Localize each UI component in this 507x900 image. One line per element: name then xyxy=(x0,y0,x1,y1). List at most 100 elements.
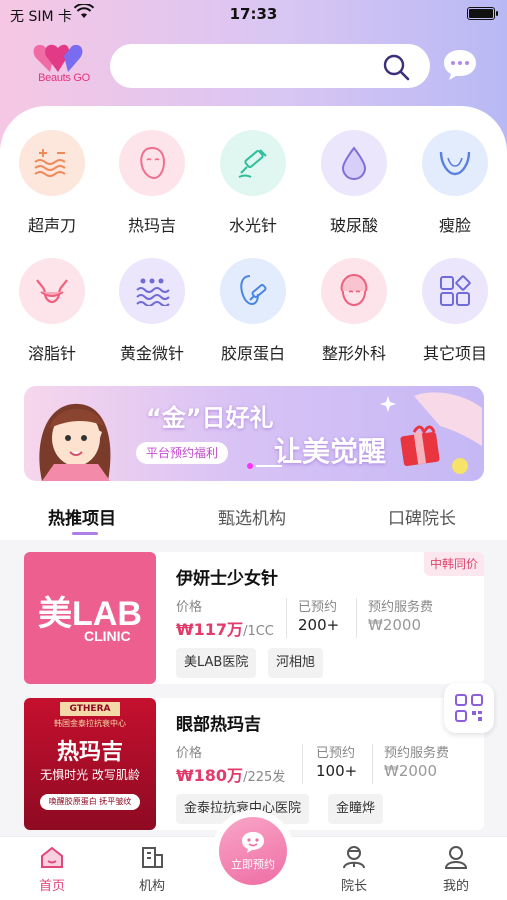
girl-illustration xyxy=(39,403,111,481)
product-thumbnail: GTHERA 韩国金泰拉抗衰中心 热玛吉 无惧时光 改写肌龄 唤醒胶原蛋白 抚平… xyxy=(24,698,156,830)
price-label: 价格 xyxy=(176,600,203,615)
product-title: 伊妍士少女针 xyxy=(176,569,278,589)
divider xyxy=(372,744,373,784)
tab-label: 机构 xyxy=(138,879,165,894)
price-match-badge: 中韩同价 xyxy=(423,552,484,576)
fee-value: ₩2000 xyxy=(368,616,422,634)
fee-label: 预约服务费 xyxy=(368,600,434,615)
gift-hand-illustration xyxy=(380,392,482,474)
tab-profile[interactable]: 我的 xyxy=(426,845,486,894)
fee-label: 预约服务费 xyxy=(384,746,450,761)
thumb-footer: 唤醒胶原蛋白 抚平皱纹 xyxy=(40,794,140,810)
price-value: ₩180万/225发 xyxy=(176,766,286,785)
category-hyaluronic[interactable]: 玻尿酸 xyxy=(304,130,404,236)
active-tab-indicator xyxy=(72,532,98,535)
category-label: 瘦脸 xyxy=(438,216,471,235)
logo-heart-icon xyxy=(33,44,83,72)
category-thermage[interactable]: 热玛吉 xyxy=(102,130,202,236)
banner-subtitle: 让美觉醒 xyxy=(274,435,387,468)
content-tabs: 热推项目 甄选机构 口碑院长 xyxy=(0,496,507,536)
divider xyxy=(302,744,303,784)
user-icon xyxy=(444,846,468,869)
status-bar: 无 SIM 卡 17:33 xyxy=(0,0,507,28)
face-outline-icon xyxy=(119,130,185,196)
divider xyxy=(356,598,357,638)
grid-more-icon xyxy=(422,258,488,324)
microneedle-icon xyxy=(119,258,185,324)
category-collagen[interactable]: 胶原蛋白 xyxy=(203,258,303,364)
syringe-icon xyxy=(220,130,286,196)
tab-label: 首页 xyxy=(38,879,65,894)
product-title: 眼部热玛吉 xyxy=(176,715,261,735)
doctor-tag[interactable]: 金瞳烨 xyxy=(328,794,384,824)
fee-value: ₩2000 xyxy=(384,762,438,780)
category-plastic-surgery[interactable]: 整形外科 xyxy=(304,258,404,364)
droplet-icon xyxy=(321,130,387,196)
search-icon[interactable] xyxy=(382,53,410,85)
category-hydrofacial[interactable]: 水光针 xyxy=(203,130,303,236)
chat-bubble-icon[interactable] xyxy=(442,48,478,86)
category-other[interactable]: 其它项目 xyxy=(405,258,505,364)
category-label: 溶脂针 xyxy=(27,344,76,363)
search-input[interactable] xyxy=(110,44,430,88)
category-fat-dissolving[interactable]: 溶脂针 xyxy=(2,258,102,364)
tab-label: 我的 xyxy=(442,879,469,894)
thumb-brand: GTHERA xyxy=(60,702,120,716)
booked-count: 100+ xyxy=(316,762,358,780)
category-label: 其它项目 xyxy=(422,344,487,363)
tab-hot-projects[interactable]: 热推项目 xyxy=(48,504,116,529)
thumb-title: 热玛吉 xyxy=(56,740,123,765)
battery-icon xyxy=(467,7,498,20)
price-value: ₩117万/1CC xyxy=(176,620,274,639)
book-now-button[interactable]: 立即预约 xyxy=(212,810,294,892)
category-label: 胶原蛋白 xyxy=(220,344,285,363)
tab-institutions[interactable]: 机构 xyxy=(122,845,182,894)
qr-code-button[interactable] xyxy=(444,683,494,733)
banner-tag: 平台预约福利 xyxy=(136,442,229,464)
thumb-brand-sub: 韩国金泰拉抗衰中心 xyxy=(54,719,126,728)
divider xyxy=(286,598,287,638)
booked-label: 已预约 xyxy=(298,600,338,615)
doctor-icon xyxy=(343,846,365,869)
category-label: 玻尿酸 xyxy=(329,216,378,235)
category-label: 黄金微针 xyxy=(119,344,184,363)
collagen-face-icon xyxy=(220,258,286,324)
clinic-tag[interactable]: 美LAB医院 xyxy=(176,648,257,678)
product-thumbnail: 美LAB CLINIC xyxy=(24,552,156,684)
banner-title: “金”日好礼 xyxy=(146,404,274,432)
logo-text: Beauts GO xyxy=(38,72,90,84)
category-label: 超声刀 xyxy=(27,216,76,235)
thumb-slogan: 无惧时光 改写肌龄 xyxy=(40,768,140,782)
category-face-slimming[interactable]: 瘦脸 xyxy=(405,130,505,236)
clock: 17:33 xyxy=(229,5,278,23)
promo-banner[interactable]: “金”日好礼 平台预约福利 让美觉醒 xyxy=(24,386,484,481)
jawline-icon xyxy=(422,130,488,196)
app-logo[interactable]: Beauts GO xyxy=(28,42,98,92)
tab-institutions[interactable]: 甄选机构 xyxy=(218,504,286,529)
ultrasound-waves-icon xyxy=(19,130,85,196)
qr-code-icon xyxy=(455,694,483,722)
booked-label: 已预约 xyxy=(316,746,356,761)
carousel-dots xyxy=(247,463,282,469)
booked-count: 200+ xyxy=(298,616,340,634)
product-card[interactable]: 美LAB CLINIC 伊妍士少女针 中韩同价 价格 ₩117万/1CC 已预约… xyxy=(24,552,484,684)
tab-home[interactable]: 首页 xyxy=(22,845,82,894)
category-label: 热玛吉 xyxy=(127,216,176,235)
price-label: 价格 xyxy=(176,746,203,761)
body-contour-icon xyxy=(19,258,85,324)
category-label: 整形外科 xyxy=(321,344,386,363)
thumb-brand-sub: CLINIC xyxy=(84,628,131,644)
category-ultrasound[interactable]: 超声刀 xyxy=(2,130,102,236)
tab-label: 院长 xyxy=(340,879,367,894)
building-icon xyxy=(142,847,163,868)
tab-directors[interactable]: 院长 xyxy=(324,845,384,894)
category-label: 水光针 xyxy=(228,216,277,235)
book-now-label: 立即预约 xyxy=(231,858,275,871)
book-now-circle: 立即预约 xyxy=(219,817,287,885)
category-gold-microneedle[interactable]: 黄金微针 xyxy=(102,258,202,364)
doctor-tag[interactable]: 河相旭 xyxy=(268,648,324,678)
woman-face-icon xyxy=(321,258,387,324)
booking-chat-icon xyxy=(242,832,264,853)
tab-top-directors[interactable]: 口碑院长 xyxy=(388,504,456,529)
home-icon xyxy=(41,846,63,868)
